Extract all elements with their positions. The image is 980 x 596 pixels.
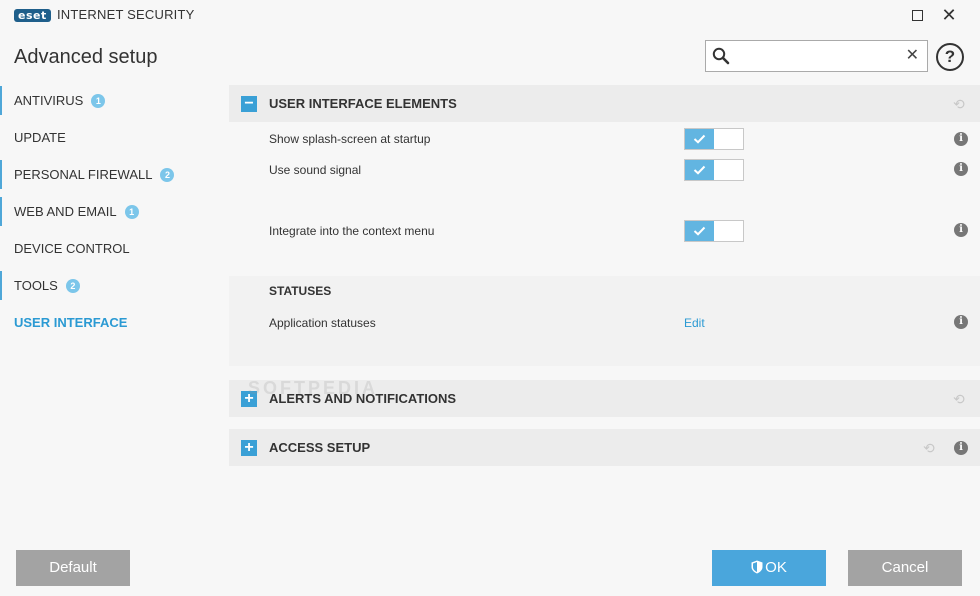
shield-icon [751, 560, 763, 574]
notification-badge: 2 [160, 168, 175, 182]
sidebar-item-label: WEB AND EMAIL [14, 204, 117, 219]
sound-signal-switch[interactable] [684, 159, 744, 181]
watermark: SOFTPEDIA [248, 378, 379, 398]
edit-statuses-link[interactable]: Edit [684, 316, 705, 330]
switch-on-indicator [685, 160, 714, 180]
ok-button-label: OK [765, 559, 787, 576]
section-title: ACCESS SETUP [269, 440, 371, 455]
statuses-heading: STATUSES [269, 284, 332, 298]
switch-on-indicator [685, 129, 714, 149]
sidebar-item-device-control[interactable]: DEVICE CONTROL [0, 230, 222, 267]
help-icon[interactable]: ? [936, 43, 964, 71]
setting-label: Show splash-screen at startup [269, 132, 431, 146]
search-input[interactable] [736, 46, 906, 66]
info-icon[interactable]: i [954, 132, 968, 146]
search-icon [712, 47, 730, 65]
splash-screen-switch[interactable] [684, 128, 744, 150]
revert-icon[interactable]: ⟲ [953, 97, 967, 111]
sidebar-item-label: TOOLS [14, 278, 58, 293]
sidebar-item-user-interface[interactable]: USER INTERFACE [0, 304, 222, 341]
search-box[interactable]: ✕ [705, 40, 928, 72]
sidebar-item-label: DEVICE CONTROL [14, 241, 130, 256]
info-icon[interactable]: i [954, 223, 968, 237]
section-access-setup[interactable]: + ACCESS SETUP ⟲ [229, 429, 980, 466]
checkmark-icon [693, 226, 706, 236]
ok-button[interactable]: OK [712, 550, 826, 586]
sidebar-item-label: ANTIVIRUS [14, 93, 84, 108]
maximize-icon[interactable] [905, 4, 929, 26]
sidebar: ANTIVIRUS 1 UPDATE PERSONAL FIREWALL 2 WEB… [0, 82, 222, 341]
setting-label: Application statuses [269, 316, 376, 330]
clear-search-icon[interactable]: ✕ [906, 46, 919, 66]
setting-label: Use sound signal [269, 163, 362, 177]
notification-badge: 1 [91, 94, 106, 108]
app-name: INTERNET SECURITY [57, 7, 195, 22]
revert-icon[interactable]: ⟲ [953, 392, 967, 406]
section-title: USER INTERFACE ELEMENTS [269, 96, 457, 111]
sidebar-item-label: UPDATE [14, 130, 66, 145]
sidebar-item-personal-firewall[interactable]: PERSONAL FIREWALL 2 [0, 156, 222, 193]
sidebar-item-label: PERSONAL FIREWALL [14, 167, 153, 182]
checkmark-icon [693, 165, 706, 175]
sidebar-item-label: USER INTERFACE [14, 315, 128, 330]
collapse-icon[interactable]: − [241, 96, 257, 112]
cancel-button[interactable]: Cancel [848, 550, 962, 586]
context-menu-switch[interactable] [684, 220, 744, 242]
eset-logo: eset [14, 9, 51, 22]
notification-badge: 1 [124, 205, 139, 219]
revert-icon[interactable]: ⟲ [923, 441, 937, 455]
setting-label: Integrate into the context menu [269, 224, 435, 238]
page-title: Advanced setup [14, 46, 158, 68]
section-user-interface-elements[interactable]: − USER INTERFACE ELEMENTS ⟲ [229, 85, 980, 122]
default-button[interactable]: Default [16, 550, 130, 586]
checkmark-icon [693, 134, 706, 144]
sidebar-item-tools[interactable]: TOOLS 2 [0, 267, 222, 304]
notification-badge: 2 [65, 279, 80, 293]
sidebar-item-web-and-email[interactable]: WEB AND EMAIL 1 [0, 193, 222, 230]
sidebar-item-update[interactable]: UPDATE [0, 119, 222, 156]
title-bar: eset INTERNET SECURITY ✕ [0, 0, 980, 32]
info-icon[interactable]: i [954, 162, 968, 176]
switch-on-indicator [685, 221, 714, 241]
close-icon[interactable]: ✕ [937, 4, 961, 26]
info-icon[interactable]: i [954, 441, 968, 455]
sidebar-item-antivirus[interactable]: ANTIVIRUS 1 [0, 82, 222, 119]
info-icon[interactable]: i [954, 315, 968, 329]
expand-icon[interactable]: + [241, 440, 257, 456]
